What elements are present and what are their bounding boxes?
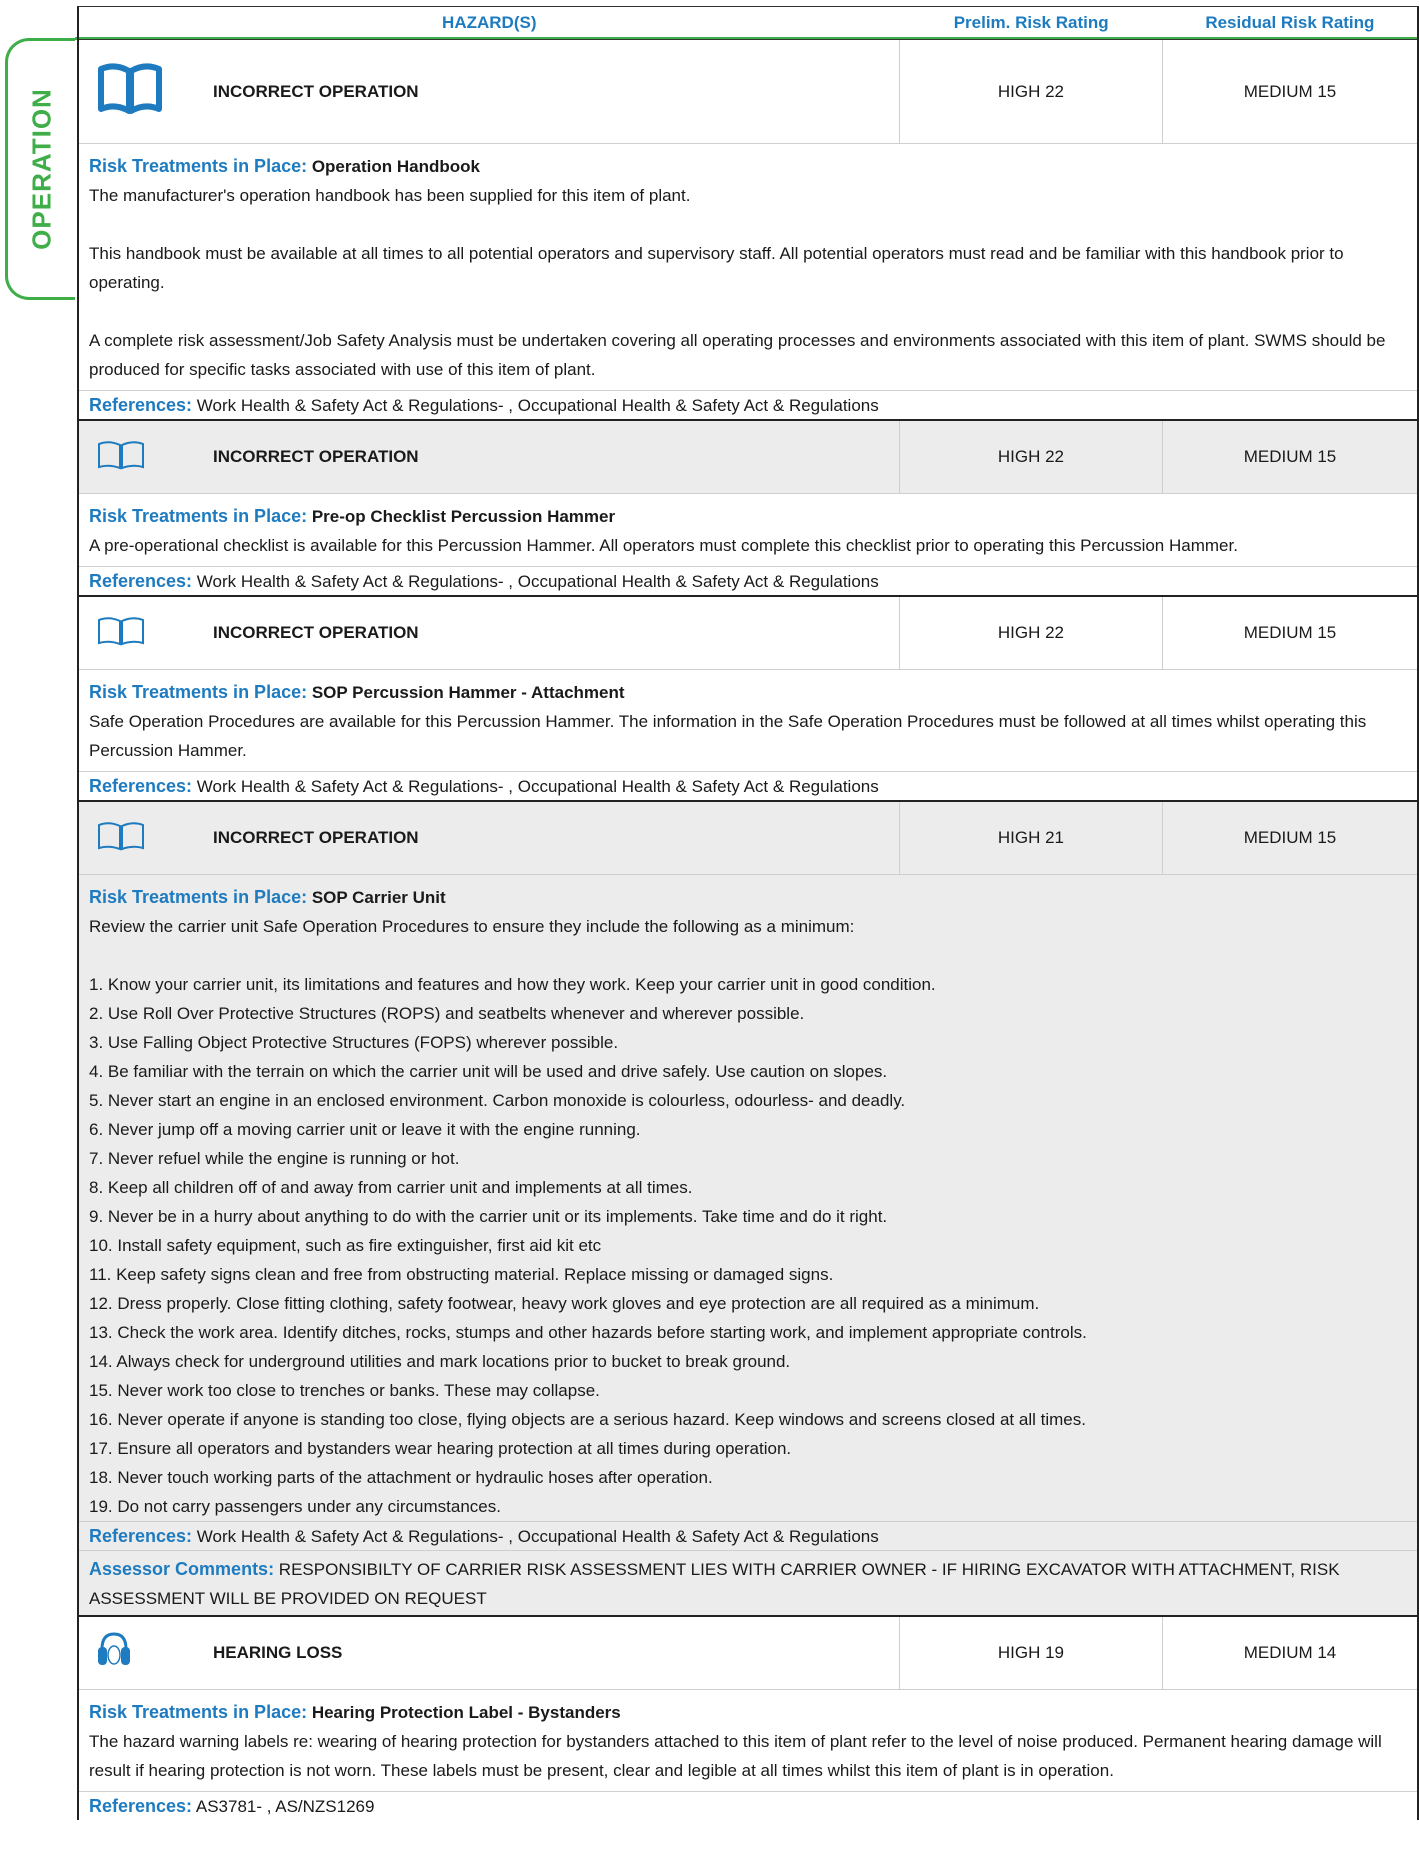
treatment-paragraph: The hazard warning labels re: wearing of… xyxy=(89,1732,1382,1780)
treatment-name: Pre-op Checklist Percussion Hammer xyxy=(311,507,616,526)
treatment-paragraph: Safe Operation Procedures are available … xyxy=(89,712,1367,760)
sop-list-item: 18. Never touch working parts of the att… xyxy=(89,1468,713,1487)
section-tab-label: OPERATION xyxy=(26,88,56,250)
ear-protection-icon xyxy=(97,1631,131,1676)
risk-treatments-label: Risk Treatments in Place: xyxy=(89,156,308,176)
prelim-rating: HIGH 22 xyxy=(898,421,1162,493)
references-text: Work Health & Safety Act & Regulations- … xyxy=(196,777,879,796)
treatment-name: SOP Percussion Hammer - Attachment xyxy=(311,683,625,702)
sop-list-item: 6. Never jump off a moving carrier unit … xyxy=(89,1120,641,1139)
hazard-title: INCORRECT OPERATION xyxy=(213,447,419,466)
risk-treatments-label: Risk Treatments in Place: xyxy=(89,682,308,702)
hazard-row: INCORRECT OPERATION HIGH 22 MEDIUM 15 xyxy=(79,40,1417,144)
treatment-body: Risk Treatments in Place: SOP Carrier Un… xyxy=(79,875,1417,1521)
hazard-row: INCORRECT OPERATION HIGH 22 MEDIUM 15 xyxy=(79,421,1417,494)
references-row: References: Work Health & Safety Act & R… xyxy=(79,390,1417,419)
sop-list-item: 14. Always check for underground utiliti… xyxy=(89,1352,791,1371)
assessor-comments: Assessor Comments: RESPONSIBILTY OF CARR… xyxy=(79,1550,1417,1615)
hazard-title: INCORRECT OPERATION xyxy=(213,81,419,101)
references-label: References: xyxy=(89,1526,193,1546)
treatment-name: Operation Handbook xyxy=(311,157,480,176)
sop-list: 1. Know your carrier unit, its limitatio… xyxy=(89,970,1407,1521)
section-tab: OPERATION xyxy=(5,38,75,300)
sop-list-item: 10. Install safety equipment, such as fi… xyxy=(89,1236,602,1255)
hazard-block: HEARING LOSS HIGH 19 MEDIUM 14 Risk Trea… xyxy=(77,1617,1419,1820)
references-label: References: xyxy=(89,776,193,796)
residual-rating: MEDIUM 15 xyxy=(1161,40,1417,143)
sop-list-item: 1. Know your carrier unit, its limitatio… xyxy=(89,975,936,994)
sop-list-item: 3. Use Falling Object Protective Structu… xyxy=(89,1033,619,1052)
prelim-rating: HIGH 19 xyxy=(898,1617,1162,1689)
risk-treatments-label: Risk Treatments in Place: xyxy=(89,1702,308,1722)
risk-treatments-label: Risk Treatments in Place: xyxy=(89,506,308,526)
references-text: Work Health & Safety Act & Regulations- … xyxy=(196,396,879,415)
residual-rating: MEDIUM 15 xyxy=(1161,597,1417,669)
sop-list-item: 8. Keep all children off of and away fro… xyxy=(89,1178,693,1197)
hazard-row: INCORRECT OPERATION HIGH 22 MEDIUM 15 xyxy=(79,597,1417,670)
hazard-block: INCORRECT OPERATION HIGH 22 MEDIUM 15 Ri… xyxy=(77,597,1419,802)
references-label: References: xyxy=(89,1796,193,1816)
references-text: Work Health & Safety Act & Regulations- … xyxy=(196,1527,879,1546)
treatment-body: Risk Treatments in Place: Hearing Protec… xyxy=(79,1690,1417,1791)
sop-list-item: 4. Be familiar with the terrain on which… xyxy=(89,1062,888,1081)
treatment-name: SOP Carrier Unit xyxy=(311,888,446,907)
table-header: HAZARD(S) Prelim. Risk Rating Residual R… xyxy=(77,6,1419,40)
book-icon xyxy=(97,616,145,651)
treatment-paragraph: A complete risk assessment/Job Safety An… xyxy=(89,331,1386,379)
sop-list-item: 16. Never operate if anyone is standing … xyxy=(89,1410,1086,1429)
prelim-rating: HIGH 21 xyxy=(898,802,1162,874)
risk-treatments-label: Risk Treatments in Place: xyxy=(89,887,308,907)
sop-list-item: 7. Never refuel while the engine is runn… xyxy=(89,1149,460,1168)
sop-list-item: 17. Ensure all operators and bystanders … xyxy=(89,1439,792,1458)
treatment-body: Risk Treatments in Place: SOP Percussion… xyxy=(79,670,1417,771)
hazard-block: INCORRECT OPERATION HIGH 21 MEDIUM 15 Ri… xyxy=(77,802,1419,1617)
residual-rating: MEDIUM 15 xyxy=(1161,802,1417,874)
assessor-comments-text: RESPONSIBILTY OF CARRIER RISK ASSESSMENT… xyxy=(89,1560,1340,1608)
sop-list-item: 2. Use Roll Over Protective Structures (… xyxy=(89,1004,805,1023)
hazard-block: INCORRECT OPERATION HIGH 22 MEDIUM 15 Ri… xyxy=(77,40,1419,421)
references-row: References: AS3781- , AS/NZS1269 xyxy=(79,1791,1417,1820)
sop-list-item: 19. Do not carry passengers under any ci… xyxy=(89,1497,501,1516)
hazard-row: INCORRECT OPERATION HIGH 21 MEDIUM 15 xyxy=(79,802,1417,875)
assessor-comments-label: Assessor Comments: xyxy=(89,1559,275,1579)
sop-list-item: 9. Never be in a hurry about anything to… xyxy=(89,1207,888,1226)
references-row: References: Work Health & Safety Act & R… xyxy=(79,1521,1417,1550)
treatment-body: Risk Treatments in Place: Pre-op Checkli… xyxy=(79,494,1417,566)
book-icon xyxy=(97,63,163,120)
book-icon xyxy=(97,440,145,475)
references-row: References: Work Health & Safety Act & R… xyxy=(79,566,1417,595)
sop-list-item: 12. Dress properly. Close fitting clothi… xyxy=(89,1294,1040,1313)
references-label: References: xyxy=(89,395,193,415)
hazard-title: HEARING LOSS xyxy=(213,1643,343,1662)
hazard-block: INCORRECT OPERATION HIGH 22 MEDIUM 15 Ri… xyxy=(77,421,1419,597)
sop-list-item: 11. Keep safety signs clean and free fro… xyxy=(89,1265,834,1284)
sop-list-item: 13. Check the work area. Identify ditche… xyxy=(89,1323,1087,1342)
treatment-paragraph: This handbook must be available at all t… xyxy=(89,244,1344,292)
hazard-title: INCORRECT OPERATION xyxy=(213,623,419,642)
prelim-rating: HIGH 22 xyxy=(898,597,1162,669)
references-text: AS3781- , AS/NZS1269 xyxy=(195,1797,375,1816)
references-label: References: xyxy=(89,571,193,591)
prelim-rating-header: Prelim. Risk Rating xyxy=(953,13,1109,32)
prelim-rating: HIGH 22 xyxy=(898,40,1162,143)
sop-list-item: 5. Never start an engine in an enclosed … xyxy=(89,1091,906,1110)
references-row: References: Work Health & Safety Act & R… xyxy=(79,771,1417,800)
treatment-paragraph: A pre-operational checklist is available… xyxy=(89,536,1238,555)
references-text: Work Health & Safety Act & Regulations- … xyxy=(196,572,879,591)
residual-rating-header: Residual Risk Rating xyxy=(1205,13,1375,32)
treatment-body: Risk Treatments in Place: Operation Hand… xyxy=(79,144,1417,390)
treatment-name: Hearing Protection Label - Bystanders xyxy=(311,1703,621,1722)
hazard-row: HEARING LOSS HIGH 19 MEDIUM 14 xyxy=(79,1617,1417,1690)
hazard-title: INCORRECT OPERATION xyxy=(213,828,419,847)
treatment-paragraph: The manufacturer's operation handbook ha… xyxy=(89,186,691,205)
residual-rating: MEDIUM 14 xyxy=(1161,1617,1417,1689)
sop-list-item: 15. Never work too close to trenches or … xyxy=(89,1381,600,1400)
risk-assessment-table: HAZARD(S) Prelim. Risk Rating Residual R… xyxy=(77,6,1419,1820)
residual-rating: MEDIUM 15 xyxy=(1161,421,1417,493)
hazards-header: HAZARD(S) xyxy=(442,13,537,32)
treatment-intro: Review the carrier unit Safe Operation P… xyxy=(89,917,855,936)
book-icon xyxy=(97,821,145,856)
